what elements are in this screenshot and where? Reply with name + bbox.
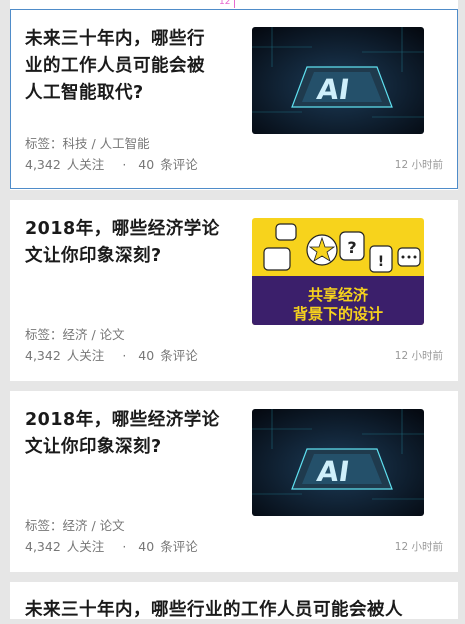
meta-dot: ·: [122, 348, 127, 363]
card-tags: 标签：经济 / 论文: [25, 515, 125, 534]
card-meta: 4,342 人关注 · 40 条评论: [25, 345, 204, 364]
card-divider: [10, 190, 458, 200]
tags-prefix: 标签：: [25, 327, 63, 342]
card-timestamp: 12 小时前: [394, 350, 443, 362]
card-divider: [10, 572, 458, 582]
comments-count: 40: [138, 348, 155, 363]
image-headline-2: 背景下的设计: [293, 305, 383, 323]
card-divider: [10, 381, 458, 391]
card-timestamp: 12 小时前: [394, 159, 443, 171]
comments-link[interactable]: 条评论: [160, 539, 198, 554]
followers-count: 4,342: [25, 157, 61, 172]
card-tags: 标签：科技 / 人工智能: [25, 133, 150, 152]
comments-link[interactable]: 条评论: [160, 157, 198, 172]
followers-label: 人关注: [66, 539, 105, 554]
ruler-label: 12: [219, 0, 231, 7]
exclamation-icon: !: [378, 254, 384, 270]
comments-link[interactable]: 条评论: [160, 348, 198, 363]
card-tags: 标签：经济 / 论文: [25, 324, 125, 343]
ruler-line: [234, 0, 235, 8]
card-meta: 4,342 人关注 · 40 条评论: [25, 536, 204, 555]
tags-value[interactable]: 经济 / 论文: [63, 327, 125, 342]
card-timestamp: 12 小时前: [394, 541, 443, 553]
card-thumbnail[interactable]: AI: [252, 27, 424, 134]
question-icon: ?: [347, 238, 356, 257]
followers-count: 4,342: [25, 348, 61, 363]
tags-prefix: 标签：: [25, 518, 63, 533]
chip-label: AI: [315, 455, 352, 488]
card-thumbnail[interactable]: AI: [252, 409, 424, 516]
card-title[interactable]: 未来三十年内，哪些行业的工作人员可能会被人工智能取代?: [25, 26, 220, 107]
comments-count: 40: [138, 157, 155, 172]
card-title[interactable]: 未来三十年内，哪些行业的工作人员可能会被人: [25, 597, 425, 624]
card-title[interactable]: 2018年，哪些经济学论文让你印象深刻?: [25, 407, 220, 461]
meta-dot: ·: [122, 539, 127, 554]
followers-label: 人关注: [66, 348, 105, 363]
tags-prefix: 标签：: [25, 136, 63, 151]
image-headline-1: 共享经济: [308, 286, 369, 304]
tags-value[interactable]: 经济 / 论文: [63, 518, 125, 533]
meta-dot: ·: [122, 157, 127, 172]
tags-value[interactable]: 科技 / 人工智能: [63, 136, 150, 151]
comments-count: 40: [138, 539, 155, 554]
followers-count: 4,342: [25, 539, 61, 554]
followers-label: 人关注: [66, 157, 105, 172]
card-title[interactable]: 2018年，哪些经济学论文让你印象深刻?: [25, 216, 220, 270]
card-thumbnail[interactable]: ? ! 共享经济 背景下的设计: [252, 218, 424, 325]
card-meta: 4,342 人关注 · 40 条评论: [25, 154, 204, 173]
chip-label: AI: [315, 73, 352, 106]
